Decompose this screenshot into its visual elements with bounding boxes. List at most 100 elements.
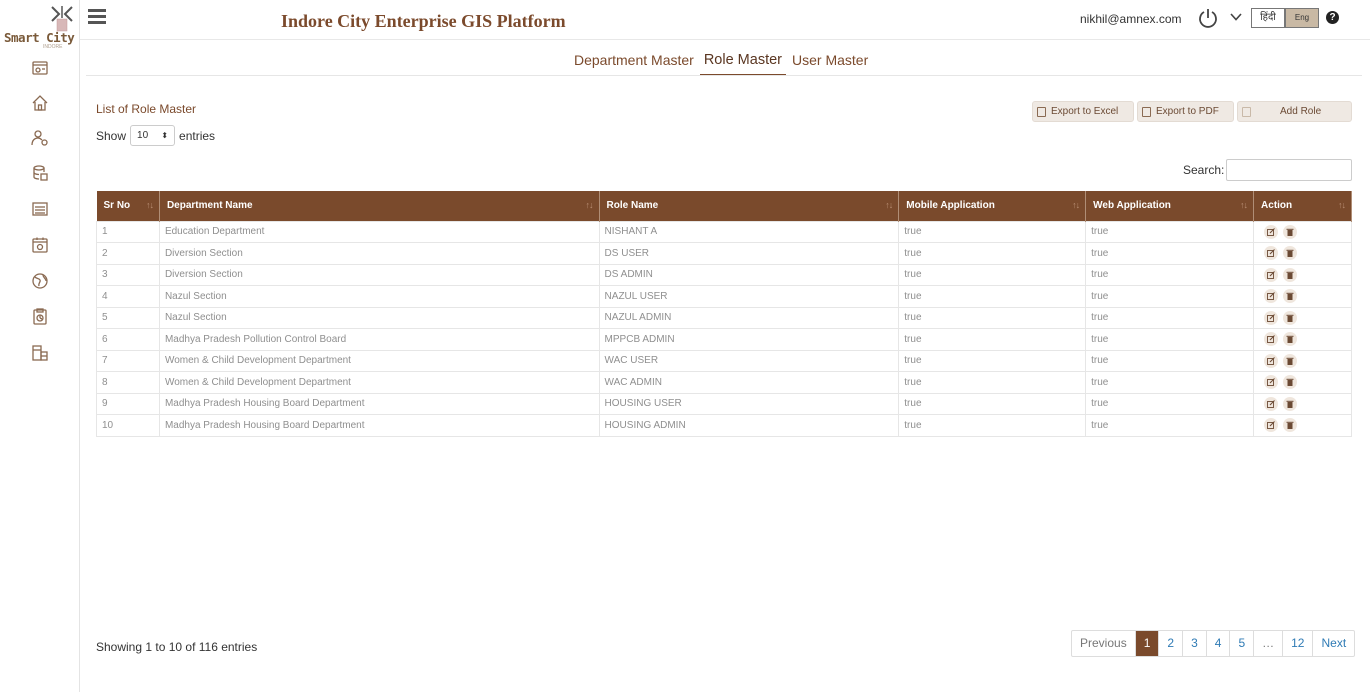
tab-department-master[interactable]: Department Master <box>570 50 698 76</box>
delete-icon[interactable] <box>1283 332 1298 347</box>
cell-mobile-application: true <box>898 285 1087 308</box>
cell-action <box>1253 392 1352 415</box>
pdf-icon <box>1142 106 1151 117</box>
export-pdf-button[interactable]: Export to PDF <box>1137 101 1234 122</box>
cell-role-name: NAZUL ADMIN <box>598 306 900 329</box>
cell-sr-no: 10 <box>96 414 160 437</box>
cell-role-name: NISHANT A <box>598 220 900 243</box>
lang-english-button[interactable]: Eng <box>1285 8 1319 28</box>
cell-action <box>1253 242 1352 265</box>
delete-icon[interactable] <box>1283 246 1298 261</box>
sort-icon: ↑↓ <box>585 200 594 210</box>
export-excel-label: Export to Excel <box>1051 106 1119 117</box>
cell-mobile-application: true <box>898 371 1087 394</box>
delete-icon[interactable] <box>1283 375 1298 390</box>
help-icon[interactable]: ? <box>1326 11 1339 24</box>
page-size-value: 10 <box>137 130 149 141</box>
page-button-12[interactable]: 12 <box>1283 631 1314 656</box>
chevron-down-icon[interactable] <box>1229 10 1243 24</box>
col-web-application[interactable]: Web Application ↑↓ <box>1085 191 1255 221</box>
cell-mobile-application: true <box>898 263 1087 286</box>
cell-department-name: Madhya Pradesh Pollution Control Board <box>158 328 600 351</box>
excel-icon <box>1037 106 1046 117</box>
smart-city-logo[interactable]: Smart City INDORE <box>3 2 77 50</box>
page-button-2[interactable]: 2 <box>1159 631 1184 656</box>
cell-web-application: true <box>1085 242 1255 265</box>
cell-web-application: true <box>1085 392 1255 415</box>
page-button-1[interactable]: 1 <box>1135 631 1160 656</box>
delete-icon[interactable] <box>1283 418 1298 433</box>
user-settings-icon[interactable] <box>30 128 50 148</box>
role-master-table: Sr No ↑↓ Department Name ↑↓ Role Name ↑↓ Mo… <box>96 191 1352 437</box>
delete-icon[interactable] <box>1283 267 1298 282</box>
cell-action <box>1253 349 1352 372</box>
calendar-icon[interactable] <box>30 235 50 255</box>
page-size-select[interactable]: 10 ⬍ <box>130 125 176 146</box>
col-label: Action <box>1261 200 1293 212</box>
app-title: Indore City Enterprise GIS Platform <box>281 11 566 31</box>
page-size-control: Show 10 ⬍ entries <box>96 125 215 146</box>
power-icon[interactable] <box>1197 7 1219 29</box>
edit-icon[interactable] <box>1264 375 1279 390</box>
col-department-name[interactable]: Department Name ↑↓ <box>159 191 600 221</box>
cell-action <box>1253 414 1352 437</box>
lang-hindi-button[interactable]: हिंदी <box>1251 8 1285 28</box>
delete-icon[interactable] <box>1283 310 1298 325</box>
edit-icon[interactable] <box>1264 418 1279 433</box>
database-icon[interactable] <box>30 163 50 183</box>
edit-icon[interactable] <box>1264 246 1279 261</box>
brand-name: Smart City <box>4 30 75 45</box>
edit-icon[interactable] <box>1264 332 1279 347</box>
delete-icon[interactable] <box>1283 224 1298 239</box>
table-body: 1 Education Department NISHANT Atrue true 2 D… <box>96 220 1352 437</box>
add-role-button[interactable]: Add Role <box>1237 101 1352 122</box>
edit-icon[interactable] <box>1264 267 1279 282</box>
edit-icon[interactable] <box>1264 310 1279 325</box>
edit-icon[interactable] <box>1264 289 1279 304</box>
cell-sr-no: 7 <box>96 349 160 372</box>
page-button-4[interactable]: 4 <box>1207 631 1231 656</box>
cell-mobile-application: true <box>898 306 1087 329</box>
page-button-5[interactable]: 5 <box>1230 631 1255 656</box>
entries-label: entries <box>179 128 216 143</box>
col-sr-no[interactable]: Sr No ↑↓ <box>96 191 160 221</box>
edit-icon[interactable] <box>1264 396 1279 411</box>
col-action[interactable]: Action ↑↓ <box>1253 191 1352 221</box>
globe-icon[interactable] <box>30 271 50 291</box>
cell-action <box>1253 263 1352 286</box>
layers-icon[interactable] <box>30 343 50 363</box>
cell-role-name: MPPCB ADMIN <box>598 328 900 351</box>
cell-web-application: true <box>1085 306 1255 329</box>
delete-icon[interactable] <box>1283 396 1298 411</box>
show-label: Show <box>96 128 127 143</box>
cell-action <box>1253 328 1352 351</box>
col-role-name[interactable]: Role Name ↑↓ <box>599 191 900 221</box>
delete-icon[interactable] <box>1283 353 1298 368</box>
cell-action <box>1253 371 1352 394</box>
list-title: List of Role Master <box>96 102 197 116</box>
export-excel-button[interactable]: Export to Excel <box>1032 101 1134 122</box>
home-icon[interactable] <box>30 93 50 113</box>
tab-user-master[interactable]: User Master <box>788 50 872 76</box>
delete-icon[interactable] <box>1283 289 1298 304</box>
user-email[interactable]: nikhil@amnex.com <box>1080 12 1182 26</box>
sort-icon: ↑↓ <box>1072 200 1080 210</box>
table-row: 10 Madhya Pradesh Housing Board Departmen… <box>96 414 1352 437</box>
cell-mobile-application: true <box>898 349 1087 372</box>
previous-page-button[interactable]: Previous <box>1072 631 1136 656</box>
cell-mobile-application: true <box>898 242 1087 265</box>
table-row: 9 Madhya Pradesh Housing Board Department… <box>96 392 1352 415</box>
top-header: Indore City Enterprise GIS Platform nikh… <box>80 0 1370 40</box>
dashboard-icon[interactable] <box>30 58 50 78</box>
report-icon[interactable] <box>30 307 50 327</box>
next-page-button[interactable]: Next <box>1313 631 1354 656</box>
page-button-3[interactable]: 3 <box>1183 631 1207 656</box>
search-input[interactable] <box>1226 159 1352 181</box>
edit-icon[interactable] <box>1264 353 1279 368</box>
list-icon[interactable] <box>30 199 50 219</box>
col-mobile-application[interactable]: Mobile Application ↑↓ <box>898 191 1087 221</box>
cell-web-application: true <box>1085 328 1255 351</box>
edit-icon[interactable] <box>1264 224 1279 239</box>
tab-role-master[interactable]: Role Master <box>699 50 786 76</box>
hamburger-menu-icon[interactable] <box>88 9 106 25</box>
